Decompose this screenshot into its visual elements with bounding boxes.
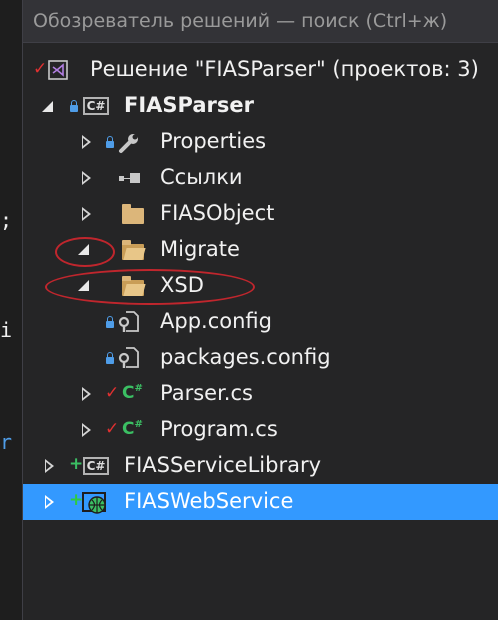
lock-icon [70, 100, 78, 112]
csharp-project-icon: C# [83, 457, 109, 475]
tree-row-migrate[interactable]: Migrate [23, 232, 498, 268]
tree-row-parser[interactable]: ✓ C# Parser.cs [23, 376, 498, 412]
fiasobject-label: FIASObject [160, 201, 275, 225]
config-file-icon [117, 346, 141, 375]
search-input[interactable] [23, 0, 498, 42]
collapsed-arrow-icon[interactable] [82, 387, 91, 401]
expanded-arrow-icon[interactable] [78, 244, 89, 255]
solution-label: Решение "FIASParser" (проектов: 3) [90, 57, 479, 81]
collapsed-arrow-icon[interactable] [82, 171, 91, 185]
lock-icon [106, 352, 114, 364]
tree-row-webservice[interactable]: + FIASWebService [23, 484, 498, 520]
wrench-icon [117, 131, 141, 160]
parser-label: Parser.cs [160, 381, 253, 405]
web-project-icon [81, 490, 109, 521]
gutter-char: ; [0, 208, 13, 232]
tree-row-project[interactable]: C# FIASParser [23, 88, 498, 124]
servicelibrary-label: FIASServiceLibrary [124, 453, 322, 477]
packages-label: packages.config [160, 345, 331, 369]
gutter-char: i [0, 318, 13, 342]
references-label: Ссылки [160, 165, 243, 189]
csharp-project-icon: C# [83, 97, 109, 115]
checkin-icon: ✓ [105, 419, 120, 439]
tree-row-xsd[interactable]: XSD [23, 268, 498, 305]
project-label: FIASParser [124, 93, 254, 117]
lock-icon [106, 136, 114, 148]
webservice-label: FIASWebService [124, 489, 294, 513]
solution-explorer-search[interactable] [23, 0, 498, 43]
folder-icon [122, 204, 144, 224]
tree-row-packages[interactable]: packages.config [23, 340, 498, 376]
checkin-icon: ✓ [33, 59, 48, 79]
tree-row-properties[interactable]: Properties [23, 124, 498, 160]
references-icon [119, 171, 141, 185]
tree-row-solution[interactable]: ✓ Решение "FIASParser" (проектов: 3) [23, 52, 498, 88]
collapsed-arrow-icon[interactable] [82, 135, 91, 149]
appconfig-label: App.config [160, 309, 272, 333]
solution-icon [47, 59, 68, 80]
collapsed-arrow-icon[interactable] [45, 459, 54, 473]
editor-gutter: ; i r [0, 0, 22, 620]
tree-row-servicelibrary[interactable]: + C# FIASServiceLibrary [23, 448, 498, 484]
collapsed-arrow-icon[interactable] [45, 495, 54, 509]
xsd-label: XSD [160, 273, 204, 297]
properties-label: Properties [160, 129, 267, 153]
csharp-file-icon: C# [122, 383, 143, 403]
collapsed-arrow-icon[interactable] [82, 207, 91, 221]
collapsed-arrow-icon[interactable] [82, 423, 91, 437]
add-pending-icon: + [69, 454, 84, 474]
folder-open-icon [122, 240, 144, 260]
tree-row-appconfig[interactable]: App.config [23, 304, 498, 340]
annotation-ellipse [45, 269, 255, 305]
checkin-icon: ✓ [105, 383, 120, 403]
program-label: Program.cs [160, 417, 278, 441]
migrate-label: Migrate [160, 237, 240, 261]
tree-row-program[interactable]: ✓ C# Program.cs [23, 412, 498, 448]
folder-open-icon [122, 276, 144, 296]
tree-row-references[interactable]: Ссылки [23, 160, 498, 196]
expanded-arrow-icon[interactable] [78, 280, 89, 291]
csharp-file-icon: C# [122, 419, 143, 439]
config-file-icon [117, 310, 141, 339]
gutter-char: r [0, 430, 13, 454]
expanded-arrow-icon[interactable] [42, 101, 53, 112]
tree-row-fiasobject[interactable]: FIASObject [23, 196, 498, 232]
lock-icon [106, 316, 114, 328]
